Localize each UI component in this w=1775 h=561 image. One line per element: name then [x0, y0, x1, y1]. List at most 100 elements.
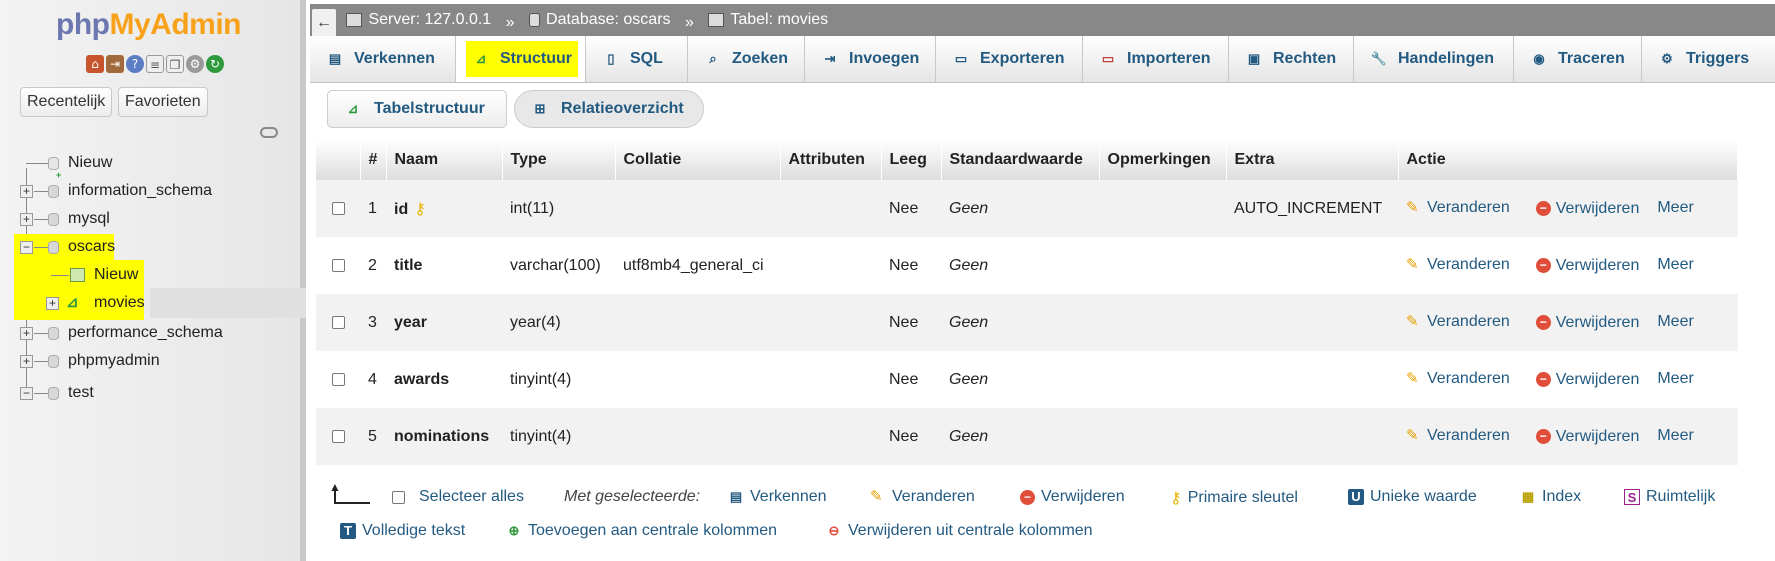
- select-all-label: Selecteer alles: [419, 488, 524, 505]
- row-checkbox[interactable]: [331, 201, 345, 215]
- tab-browse[interactable]: ▤ Verkennen: [310, 36, 456, 82]
- subtab-label: Relatieoverzicht: [561, 100, 684, 117]
- expand-icon[interactable]: +: [46, 297, 59, 310]
- drop-link[interactable]: − Verwijderen: [1535, 200, 1639, 218]
- row-checkbox[interactable]: [331, 429, 345, 443]
- home-icon[interactable]: ⌂: [86, 55, 104, 73]
- breadcrumb-database[interactable]: Database: oscars: [529, 4, 671, 36]
- expand-icon[interactable]: +: [20, 327, 33, 340]
- bulk-add-central-button[interactable]: ⊕ Toevoegen aan centrale kolommen: [506, 522, 778, 540]
- pencil-icon: ✎: [1406, 256, 1419, 274]
- tab-triggers[interactable]: ⚙ Triggers: [1642, 36, 1775, 82]
- drop-link[interactable]: − Verwijderen: [1535, 428, 1639, 446]
- drop-link[interactable]: − Verwijderen: [1535, 313, 1640, 332]
- favorites-button[interactable]: Favorieten: [118, 87, 208, 117]
- bulk-fulltext-button[interactable]: T Volledige tekst: [340, 522, 465, 540]
- bulk-add-central-label: Toevoegen aan centrale kolommen: [528, 522, 778, 539]
- tree-item-mysql[interactable]: + mysql: [20, 206, 280, 232]
- structure-icon: ⊿: [475, 51, 487, 66]
- bulk-unique-button[interactable]: U Unieke waarde: [1348, 488, 1477, 506]
- breadcrumb-server[interactable]: Server: 127.0.0.1: [346, 4, 491, 36]
- reload-icon[interactable]: ↻: [206, 55, 224, 73]
- back-arrow-icon[interactable]: ←: [312, 9, 336, 39]
- bulk-browse-button[interactable]: ▤ Verkennen: [728, 488, 827, 506]
- change-link[interactable]: ✎ Veranderen: [1406, 427, 1510, 445]
- select-all-checkbox[interactable]: [392, 490, 405, 504]
- tab-operations[interactable]: 🔧 Handelingen: [1354, 36, 1514, 82]
- subtab-relation-view[interactable]: ⊞ Relatieoverzicht: [514, 90, 704, 128]
- expand-icon[interactable]: +: [20, 355, 33, 368]
- header-null[interactable]: Leeg: [881, 140, 942, 180]
- drop-label: Verwijderen: [1555, 313, 1640, 331]
- tab-privileges[interactable]: ▣ Rechten: [1229, 36, 1354, 82]
- row-checkbox[interactable]: [331, 315, 345, 329]
- subtab-table-structure[interactable]: ⊿ Tabelstructuur: [327, 90, 507, 128]
- recent-button[interactable]: Recentelijk: [20, 87, 113, 117]
- select-all[interactable]: Selecteer alles: [392, 488, 524, 506]
- docs-icon[interactable]: ≡: [146, 55, 164, 73]
- more-link[interactable]: Meer: [1657, 199, 1693, 217]
- bulk-index-button[interactable]: ▦ Index: [1520, 488, 1581, 506]
- tree-item-movies[interactable]: + ⊿ movies: [40, 290, 152, 316]
- logout-icon[interactable]: ⇥: [106, 55, 124, 73]
- more-link[interactable]: Meer: [1657, 256, 1693, 274]
- cell-type: int(11): [502, 180, 615, 237]
- bulk-drop-button[interactable]: − Verwijderen: [1020, 488, 1125, 506]
- bulk-change-label: Veranderen: [892, 488, 975, 505]
- help-icon[interactable]: ?: [126, 55, 144, 73]
- header-extra[interactable]: Extra: [1226, 140, 1399, 180]
- tab-export[interactable]: ▭ Exporteren: [936, 36, 1083, 82]
- database-icon: [529, 13, 541, 27]
- tree-item-information-schema[interactable]: + information_schema: [20, 178, 280, 204]
- phpmyadmin-logo[interactable]: phpMyAdmin: [56, 8, 241, 42]
- copy-icon[interactable]: ❐: [166, 55, 184, 73]
- tree-item-phpmyadmin[interactable]: + phpmyadmin: [20, 348, 280, 374]
- tree-item-performance-schema[interactable]: + performance_schema: [20, 320, 280, 346]
- column-name: awards: [394, 370, 450, 388]
- more-label: Meer: [1657, 370, 1694, 388]
- tree-item-new-table[interactable]: Nieuw: [40, 262, 150, 288]
- tab-structure[interactable]: ⊿ Structuur: [456, 36, 586, 82]
- header-num[interactable]: #: [360, 140, 387, 180]
- tab-import[interactable]: ▭ Importeren: [1083, 36, 1229, 82]
- bulk-change-button[interactable]: ✎ Veranderen: [870, 488, 975, 506]
- drop-link[interactable]: − Verwijderen: [1535, 257, 1639, 275]
- cell-actions: ✎ Veranderen − Verwijderen Meer: [1398, 351, 1738, 408]
- tab-tracking[interactable]: ◉ Traceren: [1514, 36, 1642, 82]
- more-link[interactable]: Meer: [1657, 427, 1693, 445]
- bulk-primary-button[interactable]: ⚷ Primaire sleutel: [1170, 488, 1298, 508]
- link-icon[interactable]: [260, 127, 278, 138]
- row-checkbox[interactable]: [331, 258, 345, 272]
- change-link[interactable]: ✎ Veranderen: [1406, 199, 1510, 217]
- breadcrumb-table[interactable]: Tabel: movies: [708, 4, 828, 36]
- collapse-icon[interactable]: −: [20, 241, 33, 254]
- more-link[interactable]: Meer: [1657, 370, 1693, 388]
- header-type[interactable]: Type: [502, 140, 616, 180]
- expand-icon[interactable]: +: [20, 185, 33, 198]
- header-collation[interactable]: Collatie: [615, 140, 781, 180]
- database-icon: [48, 185, 59, 198]
- bulk-remove-central-button[interactable]: ⊖ Verwijderen uit centrale kolommen: [826, 522, 1093, 540]
- gear-icon[interactable]: ⚙: [186, 55, 204, 73]
- tab-search[interactable]: ⌕ Zoeken: [688, 36, 805, 82]
- header-comments[interactable]: Opmerkingen: [1099, 140, 1227, 180]
- tree-item-new-db[interactable]: + Nieuw: [20, 150, 280, 180]
- header-attributes[interactable]: Attributen: [780, 140, 882, 180]
- drop-link[interactable]: − Verwijderen: [1535, 371, 1639, 389]
- more-link[interactable]: Meer: [1657, 313, 1693, 331]
- change-link[interactable]: ✎ Veranderen: [1406, 256, 1510, 274]
- collapse-icon[interactable]: −: [20, 387, 33, 400]
- bulk-spatial-button[interactable]: S Ruimtelijk: [1624, 488, 1715, 506]
- row-checkbox[interactable]: [331, 372, 345, 386]
- expand-icon[interactable]: +: [20, 213, 33, 226]
- change-link[interactable]: ✎ Veranderen: [1406, 370, 1510, 388]
- header-default[interactable]: Standaardwaarde: [941, 140, 1100, 180]
- change-link[interactable]: ✎ Veranderen: [1406, 313, 1510, 331]
- tree-item-test[interactable]: − test: [20, 380, 280, 406]
- tab-insert[interactable]: ⇥ Invoegen: [805, 36, 936, 82]
- delete-icon: −: [1535, 258, 1551, 274]
- tree-item-oscars[interactable]: − oscars: [14, 234, 115, 260]
- tree-label: test: [68, 384, 94, 401]
- tab-sql[interactable]: ▯ SQL: [586, 36, 688, 82]
- header-name[interactable]: Naam: [386, 140, 503, 180]
